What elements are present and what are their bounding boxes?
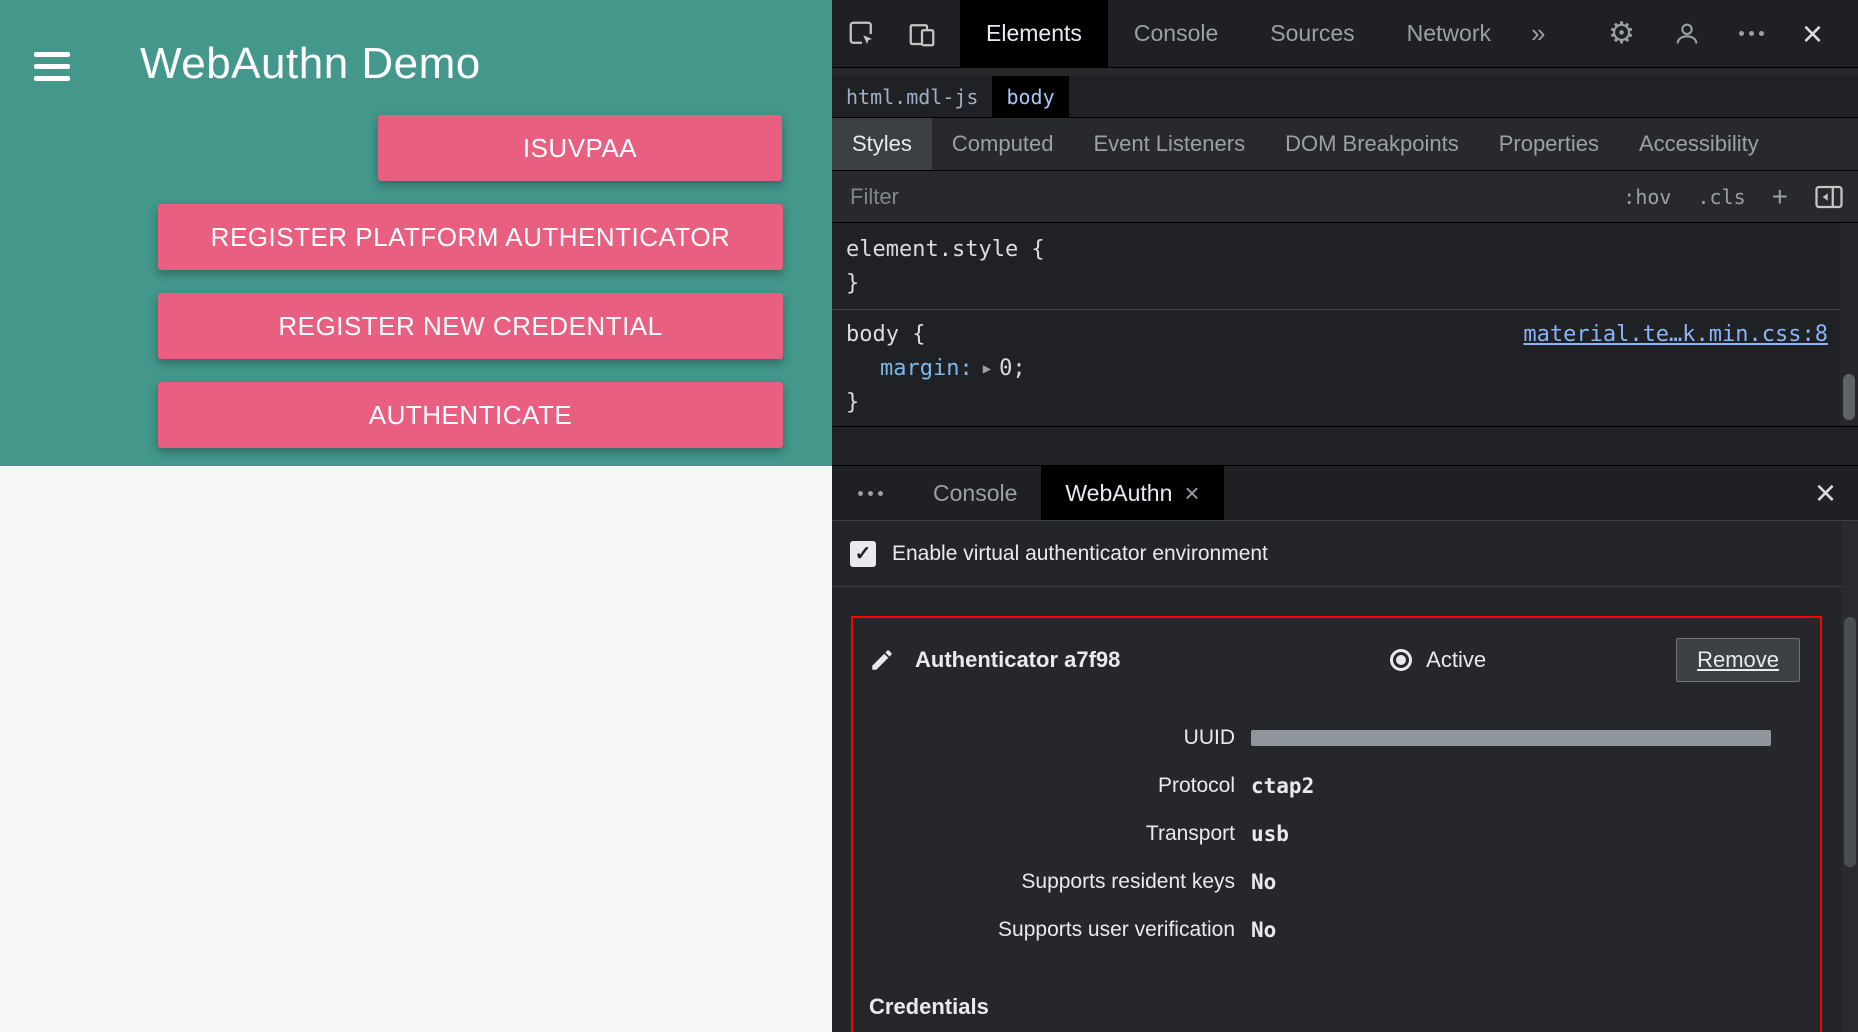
stylesheet-link[interactable]: material.te…k.min.css:8 xyxy=(1523,318,1858,352)
close-webauthn-tab-icon[interactable]: × xyxy=(1184,480,1199,506)
user-icon[interactable] xyxy=(1658,20,1716,48)
uuid-value xyxy=(1251,730,1800,746)
edit-pencil-icon[interactable] xyxy=(869,647,909,673)
filter-extras: :hov .cls + xyxy=(1623,181,1844,213)
tab-accessibility[interactable]: Accessibility xyxy=(1619,118,1779,170)
breadcrumb-body[interactable]: body xyxy=(992,76,1068,117)
enable-virtual-authenticator-checkbox[interactable]: ✓ xyxy=(850,541,876,567)
toggle-hover-button[interactable]: :hov xyxy=(1623,185,1671,209)
drawer-tab-webauthn-label: WebAuthn xyxy=(1065,480,1172,507)
css-property-name[interactable]: margin: xyxy=(880,352,973,386)
webauthn-drawer: ✓ Enable virtual authenticator environme… xyxy=(832,521,1858,1032)
uuid-masked-bar xyxy=(1251,730,1771,746)
more-options-icon[interactable] xyxy=(1724,31,1779,36)
authenticator-card: Authenticator a7f98 Active Remove UUID xyxy=(851,616,1822,1032)
credentials-heading: Credentials xyxy=(869,994,1800,1020)
app-title: WebAuthn Demo xyxy=(140,39,481,89)
resident-keys-value: No xyxy=(1251,870,1800,894)
toggle-sidebar-icon[interactable] xyxy=(1814,184,1844,210)
field-row-transport: Transport usb xyxy=(869,810,1800,858)
drawer-tab-webauthn[interactable]: WebAuthn × xyxy=(1041,466,1223,520)
enable-virtual-authenticator-label: Enable virtual authenticator environment xyxy=(892,542,1268,566)
active-label: Active xyxy=(1426,647,1486,673)
tab-computed[interactable]: Computed xyxy=(932,118,1074,170)
body-selector[interactable]: body { xyxy=(832,318,925,352)
tab-dom-breakpoints[interactable]: DOM Breakpoints xyxy=(1265,118,1479,170)
screen: WebAuthn Demo ISUVPAA REGISTER PLATFORM … xyxy=(0,0,1858,1032)
virtual-authenticator-toggle-row: ✓ Enable virtual authenticator environme… xyxy=(832,521,1858,587)
tab-network[interactable]: Network xyxy=(1381,0,1517,67)
rule-separator xyxy=(832,309,1858,310)
margin-declaration[interactable]: margin: ▶ 0; xyxy=(832,352,1858,386)
dom-tree-clipped xyxy=(832,68,1858,76)
menu-icon[interactable] xyxy=(34,52,74,81)
protocol-value: ctap2 xyxy=(1251,774,1800,798)
drawer-right: × xyxy=(1815,466,1858,520)
expand-arrow-icon[interactable]: ▶ xyxy=(983,352,991,386)
transport-value: usb xyxy=(1251,822,1800,846)
isuvpaa-button[interactable]: ISUVPAA xyxy=(378,115,782,181)
user-verification-value: No xyxy=(1251,918,1800,942)
tab-properties[interactable]: Properties xyxy=(1479,118,1619,170)
uuid-label: UUID xyxy=(869,726,1235,750)
more-tabs-icon[interactable]: » xyxy=(1517,0,1559,67)
register-new-credential-button[interactable]: REGISTER NEW CREDENTIAL xyxy=(158,293,783,359)
tab-console[interactable]: Console xyxy=(1108,0,1244,67)
devtools-tab-strip: Elements Console Sources Network » xyxy=(960,0,1559,67)
drawer-tab-console[interactable]: Console xyxy=(909,466,1041,520)
styles-pane: element.style { } body { material.te…k.m… xyxy=(832,223,1858,427)
app-header-block: WebAuthn Demo ISUVPAA REGISTER PLATFORM … xyxy=(0,0,832,466)
devtools-panel: Elements Console Sources Network » ⚙ xyxy=(832,0,1858,1032)
close-devtools-icon[interactable]: × xyxy=(1787,16,1838,52)
register-platform-authenticator-button[interactable]: REGISTER PLATFORM AUTHENTICATOR xyxy=(158,204,783,270)
drawer-tab-strip: Console WebAuthn × × xyxy=(832,466,1858,521)
new-style-rule-button[interactable]: + xyxy=(1772,181,1788,213)
styles-filter-bar: :hov .cls + xyxy=(832,171,1858,223)
settings-gear-icon[interactable]: ⚙ xyxy=(1593,19,1650,49)
styles-filter-input[interactable] xyxy=(850,184,1623,210)
tab-elements[interactable]: Elements xyxy=(960,0,1108,67)
app-header: WebAuthn Demo xyxy=(0,0,832,94)
transport-label: Transport xyxy=(869,822,1235,846)
active-radio-icon[interactable] xyxy=(1390,649,1412,671)
tab-styles[interactable]: Styles xyxy=(832,118,932,170)
inspect-element-icon[interactable] xyxy=(832,0,892,67)
user-verification-label: Supports user verification xyxy=(869,918,1235,942)
devtools-toolbar-right: ⚙ × xyxy=(1593,0,1858,67)
field-row-user-verification: Supports user verification No xyxy=(869,906,1800,954)
resident-keys-label: Supports resident keys xyxy=(869,870,1235,894)
authenticate-button[interactable]: AUTHENTICATE xyxy=(158,382,783,448)
styles-tab-strip: Styles Computed Event Listeners DOM Brea… xyxy=(832,118,1858,171)
close-drawer-icon[interactable]: × xyxy=(1815,475,1836,511)
css-property-value[interactable]: 0; xyxy=(999,352,1026,386)
panel-splitter[interactable] xyxy=(832,427,1858,466)
body-rule: body { material.te…k.min.css:8 xyxy=(832,318,1858,352)
tab-sources[interactable]: Sources xyxy=(1244,0,1380,67)
webauthn-demo-app: WebAuthn Demo ISUVPAA REGISTER PLATFORM … xyxy=(0,0,832,1032)
field-row-protocol: Protocol ctap2 xyxy=(869,762,1800,810)
element-style-rule[interactable]: element.style { xyxy=(832,223,1858,267)
authenticator-fields: UUID Protocol ctap2 Transport usb xyxy=(869,714,1800,954)
scrollbar[interactable] xyxy=(1840,223,1858,426)
body-rule-close: } xyxy=(832,386,1858,420)
authenticator-header: Authenticator a7f98 Active Remove xyxy=(869,638,1800,682)
toggle-class-button[interactable]: .cls xyxy=(1697,185,1745,209)
device-toolbar-icon[interactable] xyxy=(892,0,952,67)
breadcrumb-html[interactable]: html.mdl-js xyxy=(832,76,992,117)
protocol-label: Protocol xyxy=(869,774,1235,798)
authenticator-title: Authenticator a7f98 xyxy=(915,647,1120,673)
scrollbar[interactable] xyxy=(1842,521,1858,1032)
tab-event-listeners[interactable]: Event Listeners xyxy=(1073,118,1265,170)
remove-authenticator-button[interactable]: Remove xyxy=(1676,638,1800,682)
drawer-menu-icon[interactable] xyxy=(832,466,909,520)
devtools-toolbar: Elements Console Sources Network » ⚙ xyxy=(832,0,1858,68)
breadcrumb: html.mdl-js body xyxy=(832,76,1858,118)
field-row-uuid: UUID xyxy=(869,714,1800,762)
element-style-close: } xyxy=(832,267,1858,301)
checkmark-icon: ✓ xyxy=(855,541,872,566)
field-row-resident-keys: Supports resident keys No xyxy=(869,858,1800,906)
active-radio-group[interactable]: Active xyxy=(1390,647,1486,673)
